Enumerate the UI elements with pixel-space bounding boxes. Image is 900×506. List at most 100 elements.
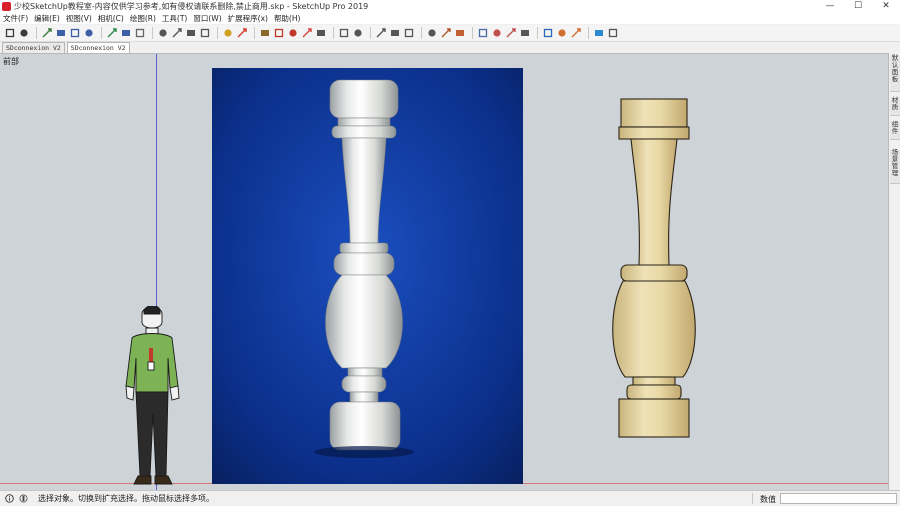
move-tool-button[interactable]	[120, 27, 132, 39]
follow-me-icon	[441, 28, 451, 38]
paint-bucket-icon	[224, 29, 232, 37]
wrench-button[interactable]	[519, 27, 531, 39]
warehouse-icon	[289, 29, 297, 37]
menu-bar: 文件(F) 编辑(E) 视图(V) 相机(C) 绘图(R) 工具(T) 窗口(W…	[0, 13, 900, 24]
toolbar-separator	[217, 27, 218, 39]
section-plane-button[interactable]	[236, 27, 248, 39]
zoom-extents-button[interactable]	[199, 27, 211, 39]
geo-location-icon[interactable]	[18, 494, 28, 504]
plugin-b-button[interactable]	[570, 27, 582, 39]
tray-tab-scenes[interactable]: 场景管理	[890, 149, 900, 184]
menu-extensions[interactable]: 扩展程序(x)	[228, 13, 268, 24]
color-cube-button[interactable]	[593, 27, 605, 39]
scene-tab-2[interactable]: SDconnexion V2	[66, 42, 130, 53]
extension-warehouse-icon	[478, 28, 488, 38]
status-message: 选择对象。切换到扩充选择。拖动鼠标选择多项。	[38, 494, 214, 503]
tray-tab-default[interactable]: 默认面板	[890, 55, 900, 92]
menu-window[interactable]: 窗口(W)	[193, 13, 221, 24]
orbit-button[interactable]	[157, 27, 169, 39]
push-pull-button[interactable]	[83, 27, 95, 39]
window-title: 少校SketchUp教程室-内容仅供学习参考,如有侵权请联系删除,禁止商用.sk…	[14, 2, 369, 11]
rectangle-tool-button[interactable]	[55, 27, 67, 39]
status-bar: 选择对象。切换到扩充选择。拖动鼠标选择多项。 数值	[0, 490, 900, 506]
title-bar: 少校SketchUp教程室-内容仅供学习参考,如有侵权请联系删除,禁止商用.sk…	[0, 0, 900, 13]
move-tool-icon	[122, 30, 130, 36]
close-button[interactable]: ✕	[872, 0, 900, 13]
section-plane-icon	[237, 28, 247, 38]
outliner-icon	[354, 29, 362, 37]
info-icon[interactable]	[4, 494, 14, 504]
pencil-button[interactable]	[389, 27, 401, 39]
plugin-a-button[interactable]	[556, 27, 568, 39]
paint-bucket-button[interactable]	[222, 27, 234, 39]
select-tool-button[interactable]	[4, 27, 16, 39]
toolbar-separator	[333, 27, 334, 39]
baluster-model[interactable]	[611, 97, 697, 440]
pan-button[interactable]	[171, 27, 183, 39]
layers-button[interactable]	[315, 27, 327, 39]
text-tool-icon	[428, 29, 436, 37]
toolbar-separator	[152, 27, 153, 39]
menu-draw[interactable]: 绘图(R)	[130, 13, 156, 24]
text-tool-button[interactable]	[426, 27, 438, 39]
eraser-tool-button[interactable]	[41, 27, 53, 39]
scenes-icon	[339, 28, 349, 38]
materials-button[interactable]	[273, 27, 285, 39]
layers-icon	[317, 30, 325, 36]
solid-tools-button[interactable]	[491, 27, 503, 39]
default-tray-panel: 默认面板 材质 组件 场景管理	[888, 53, 900, 490]
orbit-icon	[159, 29, 167, 37]
push-pull-icon	[85, 29, 93, 37]
follow-me-button[interactable]	[440, 27, 452, 39]
toolbar-separator	[421, 27, 422, 39]
drawing-viewport[interactable]: 前部	[0, 53, 888, 491]
warehouse-button[interactable]	[287, 27, 299, 39]
view-label: 前部	[3, 57, 19, 66]
zoom-button[interactable]	[185, 27, 197, 39]
outliner-button[interactable]	[352, 27, 364, 39]
scale-figure-person[interactable]	[118, 306, 188, 490]
maximize-button[interactable]: ☐	[844, 0, 872, 13]
menu-file[interactable]: 文件(F)	[3, 13, 28, 24]
menu-tools[interactable]: 工具(T)	[162, 13, 187, 24]
tray-tab-components[interactable]: 组件	[890, 121, 900, 140]
styles-icon	[302, 28, 312, 38]
components-button[interactable]	[259, 27, 271, 39]
styles-button[interactable]	[301, 27, 313, 39]
plugin-b-icon	[571, 28, 581, 38]
sandbox-icon	[456, 30, 464, 36]
ruby-console-button[interactable]	[542, 27, 554, 39]
dimension-icon	[404, 28, 414, 38]
minimize-button[interactable]: —	[816, 0, 844, 13]
circle-tool-icon	[70, 28, 80, 38]
tray-tab-materials[interactable]: 材质	[890, 97, 900, 116]
intersect-button[interactable]	[505, 27, 517, 39]
extension-warehouse-button[interactable]	[477, 27, 489, 39]
menu-camera[interactable]: 相机(C)	[98, 13, 124, 24]
menu-help[interactable]: 帮助(H)	[274, 13, 301, 24]
components-icon	[261, 30, 269, 36]
scene-tab-1[interactable]: SDconnexion V2	[2, 42, 65, 53]
line-tool-icon	[20, 29, 28, 37]
close-x-icon	[608, 28, 618, 38]
offset-button[interactable]	[106, 27, 118, 39]
menu-edit[interactable]: 编辑(E)	[34, 13, 60, 24]
wrench-icon	[521, 30, 529, 36]
measurements-input[interactable]	[780, 493, 897, 504]
close-x-button[interactable]	[607, 27, 619, 39]
scenes-button[interactable]	[338, 27, 350, 39]
dimension-button[interactable]	[403, 27, 415, 39]
eraser-tool-icon	[42, 28, 52, 38]
measurements-label: 数值	[760, 495, 776, 504]
rotate-tool-button[interactable]	[134, 27, 146, 39]
menu-view[interactable]: 视图(V)	[66, 13, 92, 24]
line-tool-button[interactable]	[18, 27, 30, 39]
reference-photo-image[interactable]	[212, 68, 523, 484]
sandbox-button[interactable]	[454, 27, 466, 39]
tape-measure-icon	[376, 28, 386, 38]
toolbar-separator	[472, 27, 473, 39]
intersect-icon	[506, 28, 516, 38]
tape-measure-button[interactable]	[375, 27, 387, 39]
circle-tool-button[interactable]	[69, 27, 81, 39]
ruby-console-icon	[543, 28, 553, 38]
